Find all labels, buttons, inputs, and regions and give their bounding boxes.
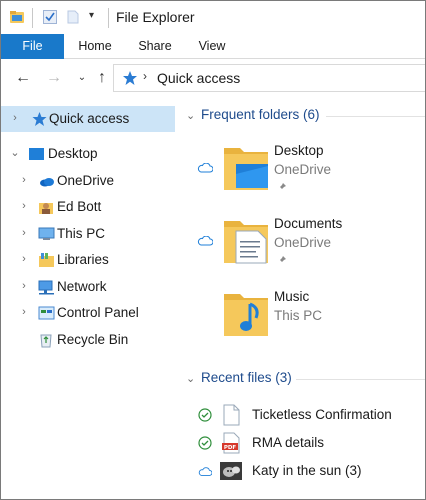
nav-label: Desktop [48,146,98,161]
nav-item-onedrive[interactable]: › OneDrive [1,168,175,194]
content-pane: ⌄ Frequent folders (6) Desktop OneDrive [178,98,425,499]
folder-tile-documents[interactable]: Documents OneDrive [178,211,425,279]
expand-chevron-icon[interactable]: › [18,253,30,265]
synced-check-icon [198,408,212,422]
qat-separator [32,8,33,28]
group-title: Recent files (3) [201,370,292,385]
folder-name: Desktop [274,143,324,158]
properties-check-icon[interactable] [42,9,58,25]
folder-name: Music [274,289,310,304]
file-name: RMA details [252,435,325,450]
nav-item-control-panel[interactable]: › Control Panel [1,300,175,326]
nav-label: Control Panel [57,305,139,320]
address-path: Quick access [157,70,241,86]
control-panel-icon [38,306,55,320]
desktop-folder-icon [224,148,268,190]
documents-folder-icon [224,221,268,264]
tab-home[interactable]: Home [68,34,122,59]
quick-access-star-icon [32,112,47,126]
nav-item-ed-bott[interactable]: › Ed Bott [1,194,175,220]
group-header-recent[interactable]: ⌄ Recent files (3) [178,368,425,390]
pdf-file-icon: PDF [222,432,240,454]
nav-item-libraries[interactable]: › Libraries [1,247,175,273]
address-bar[interactable]: › Quick access [113,64,425,92]
network-icon [38,280,54,295]
customize-qat-dropdown-icon[interactable]: ▾ [89,10,94,21]
quick-access-star-icon [123,71,137,85]
breadcrumb-chevron-icon[interactable]: › [143,69,147,83]
tab-file[interactable]: File [1,34,64,59]
expand-chevron-icon[interactable]: › [18,227,30,239]
nav-label: This PC [57,226,106,241]
nav-item-this-pc[interactable]: › This PC [1,221,175,247]
document-file-icon [223,404,240,426]
user-folder-icon [39,203,53,214]
group-divider [296,379,425,380]
expand-chevron-icon[interactable]: › [9,112,21,124]
recent-file-row[interactable]: Katy in the sun (3) [178,459,425,485]
music-folder-icon [224,294,268,336]
recent-locations-chevron-icon[interactable]: ⌄ [73,69,91,87]
image-thumbnail-icon [220,462,242,480]
tab-view[interactable]: View [185,34,239,59]
pin-icon [278,256,286,264]
tab-share[interactable]: Share [128,34,182,59]
expand-chevron-icon[interactable]: › [18,280,30,292]
nav-item-quick-access[interactable]: › Quick access [1,106,175,132]
address-toolbar: ← → ⌄ ↑ › Quick access [1,60,425,97]
file-name: Ticketless Confirmation [252,407,392,422]
synced-check-icon [198,436,212,450]
libraries-icon [39,253,54,267]
back-arrow-icon[interactable]: ← [14,69,32,87]
nav-label: Ed Bott [57,199,102,214]
folder-name: Documents [274,216,343,231]
expand-chevron-icon[interactable]: › [18,174,30,186]
cloud-status-icon [198,467,212,476]
folder-location: OneDrive [274,235,332,250]
expand-chevron-icon[interactable]: › [18,306,30,318]
ribbon-tabs: File Home Share View [1,34,425,59]
nav-label: Quick access [49,111,130,126]
new-folder-qat-icon[interactable] [65,9,81,25]
collapse-chevron-icon[interactable]: ⌄ [9,147,21,159]
collapse-chevron-icon[interactable]: ⌄ [186,372,195,385]
recycle-bin-icon [40,334,52,348]
group-header-frequent[interactable]: ⌄ Frequent folders (6) [178,105,425,127]
cloud-status-icon [197,236,213,246]
pin-icon [278,183,286,191]
file-explorer-window: ▾ File Explorer File Home Share View ← →… [0,0,426,500]
nav-item-recycle-bin[interactable]: Recycle Bin [1,327,175,353]
forward-arrow-icon[interactable]: → [45,69,63,87]
folder-location: OneDrive [274,162,332,177]
up-arrow-icon[interactable]: ↑ [93,69,111,87]
nav-label: Recycle Bin [57,332,129,347]
file-name: Katy in the sun (3) [252,463,362,478]
navigation-pane: › Quick access ⌄ Desktop › OneDrive › Ed… [1,98,177,499]
group-title: Frequent folders (6) [201,107,320,122]
recent-file-row[interactable]: PDF RMA details [178,431,425,457]
window-title: File Explorer [116,9,195,25]
title-separator [108,8,109,28]
group-divider [326,116,425,117]
nav-label: OneDrive [57,173,115,188]
folder-tile-music[interactable]: Music This PC [178,284,425,352]
this-pc-icon [38,227,55,240]
folder-tile-desktop[interactable]: Desktop OneDrive [178,138,425,206]
onedrive-icon [40,178,54,187]
folder-location: This PC [274,308,323,323]
pdf-badge-text: PDF [224,445,237,451]
desktop-icon [29,148,44,160]
nav-item-network[interactable]: › Network [1,274,175,300]
cloud-status-icon [197,163,213,173]
title-bar: ▾ File Explorer [1,1,425,34]
folder-app-icon[interactable] [9,9,25,25]
nav-item-desktop[interactable]: ⌄ Desktop [1,141,175,167]
recent-file-row[interactable]: Ticketless Confirmation [178,403,425,429]
expand-chevron-icon[interactable]: › [18,200,30,212]
nav-label: Libraries [57,252,109,267]
nav-label: Network [57,279,107,294]
collapse-chevron-icon[interactable]: ⌄ [186,109,195,122]
